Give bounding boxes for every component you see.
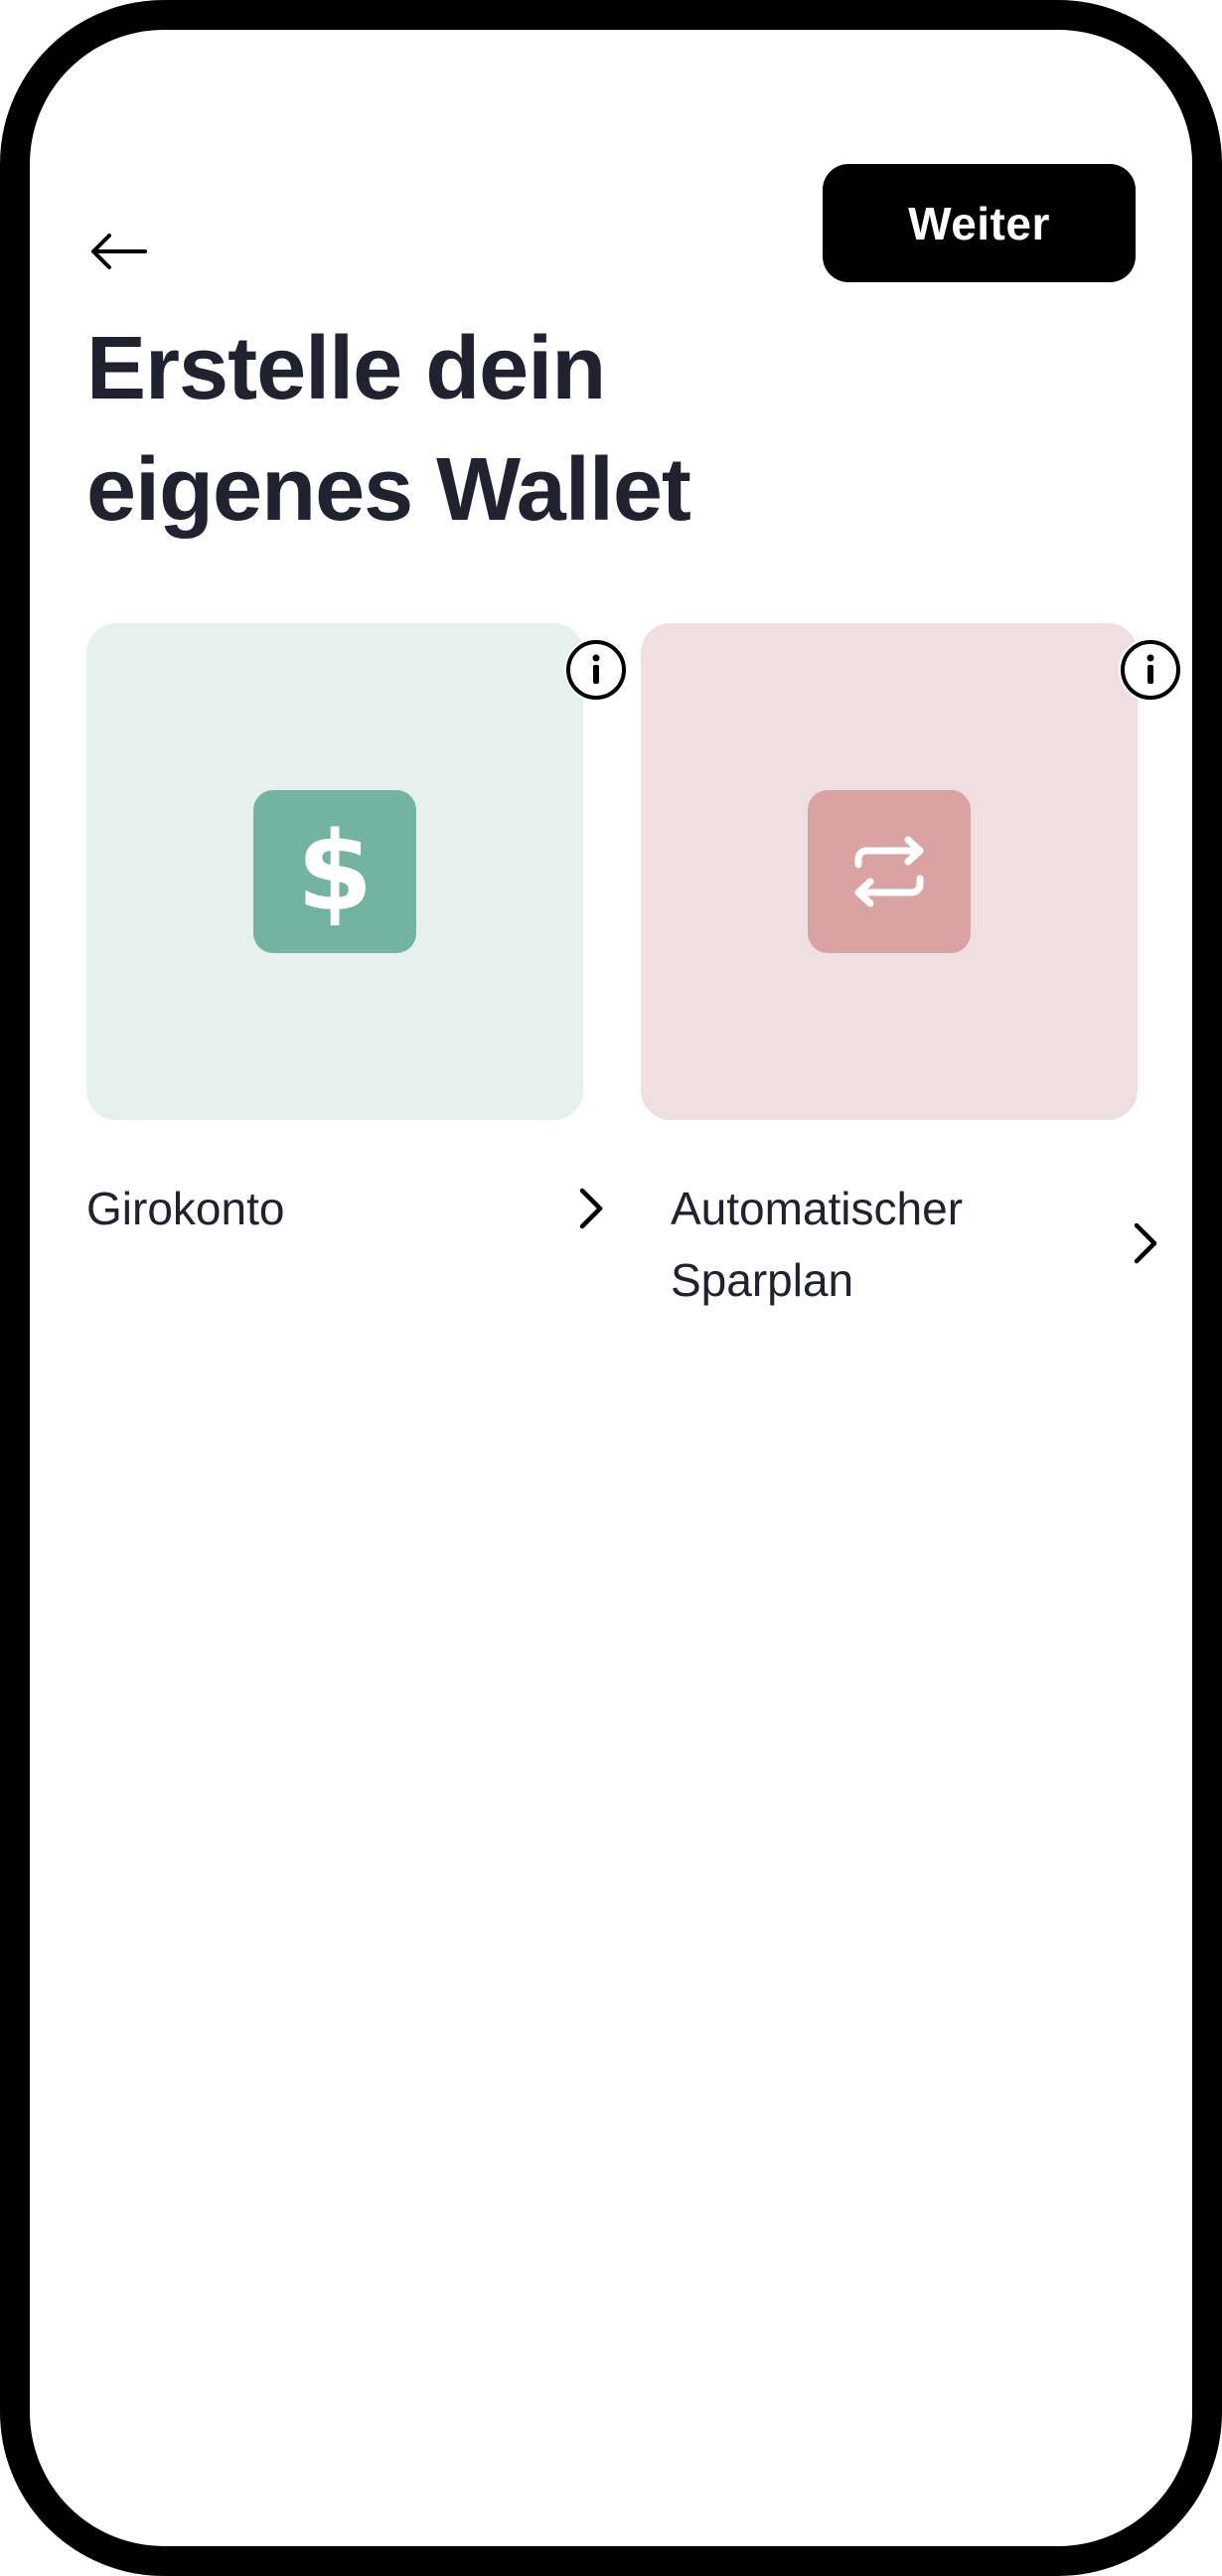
page-title-line-2: eigenes Wallet	[86, 440, 691, 540]
phone-frame: Weiter Erstelle dein eigenes Wallet $ Gi…	[0, 0, 1222, 2576]
repeat-icon	[854, 836, 924, 907]
next-button[interactable]: Weiter	[823, 164, 1136, 282]
dollar-icon-tile: $	[253, 790, 416, 953]
card-automatischer-sparplan[interactable]	[641, 623, 1138, 1120]
arrow-left-icon	[91, 234, 147, 269]
page-title: Erstelle dein eigenes Wallet	[86, 308, 1080, 551]
card-label-sparplan[interactable]: Automatischer Sparplan	[671, 1173, 1088, 1316]
info-button-sparplan[interactable]	[1119, 638, 1182, 702]
info-button-girokonto[interactable]	[564, 638, 628, 702]
info-icon	[566, 640, 626, 700]
back-button[interactable]	[89, 197, 174, 306]
card-label-sparplan-line-1: Automatischer	[671, 1183, 964, 1234]
repeat-icon-tile	[808, 790, 971, 953]
page-title-line-1: Erstelle dein	[86, 319, 606, 418]
info-icon	[1121, 640, 1180, 700]
chevron-right-icon[interactable]	[1126, 1218, 1165, 1268]
dollar-icon: $	[296, 808, 374, 935]
card-label-girokonto[interactable]: Girokonto	[86, 1173, 514, 1244]
card-label-sparplan-line-2: Sparplan	[671, 1254, 854, 1306]
card-girokonto[interactable]: $	[86, 623, 583, 1120]
chevron-right-icon[interactable]	[571, 1184, 611, 1233]
